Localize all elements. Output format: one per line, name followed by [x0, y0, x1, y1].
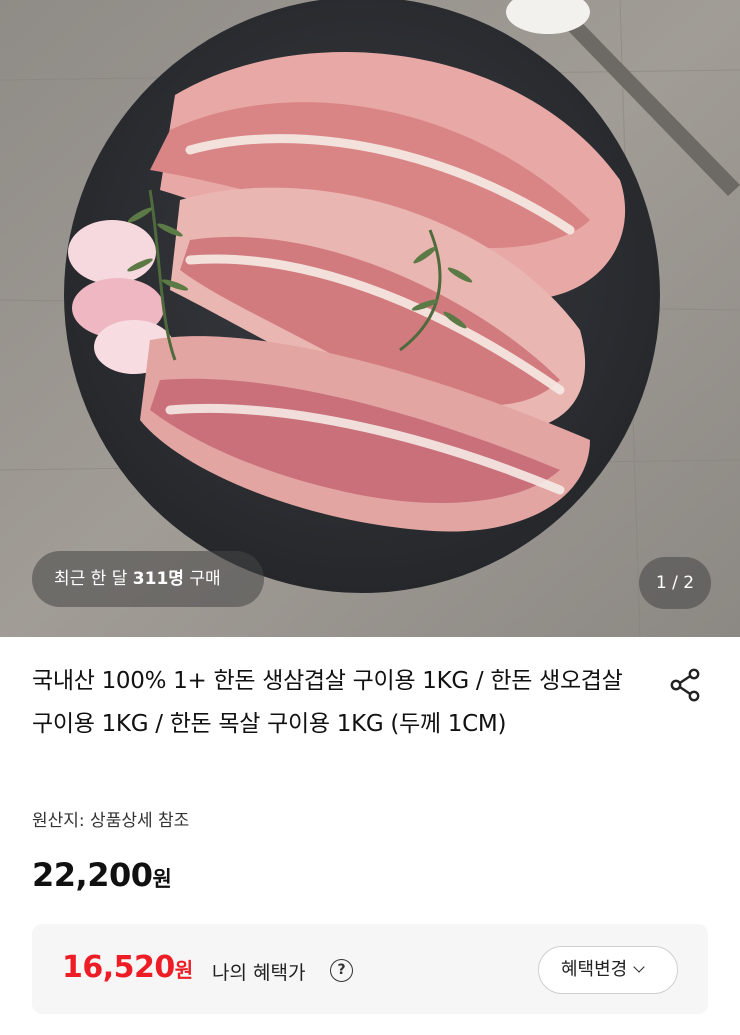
benefit-price-unit: 원 [174, 958, 193, 982]
image-page-indicator: 1 / 2 [639, 557, 711, 609]
product-title: 국내산 100% 1+ 한돈 생삼겹살 구이용 1KG / 한돈 생오겹살 구이… [32, 668, 623, 737]
benefit-price: 16,520원 [62, 950, 193, 985]
chevron-down-icon [633, 961, 645, 973]
price-unit: 원 [152, 867, 172, 891]
price-amount: 22,200 [32, 856, 153, 894]
product-image [0, 0, 740, 637]
share-icon [670, 668, 700, 702]
benefit-price-amount: 16,520 [62, 950, 175, 985]
purchase-count: 311명 [132, 569, 184, 589]
benefit-label: 나의 혜택가 [212, 962, 306, 984]
share-button[interactable] [664, 664, 706, 706]
purchase-suffix: 구매 [189, 569, 221, 589]
product-image-carousel[interactable]: 최근 한 달 311명 구매 1 / 2 [0, 0, 740, 637]
original-price: 22,200원 [32, 856, 172, 894]
origin-info: 원산지: 상품상세 참조 [32, 811, 190, 831]
benefit-price-box: 16,520원 나의 혜택가 ? 혜택변경 [32, 924, 708, 1014]
question-circle-icon[interactable]: ? [330, 959, 353, 982]
recent-purchase-badge: 최근 한 달 311명 구매 [32, 551, 264, 607]
change-benefit-label: 혜택변경 [561, 959, 628, 980]
purchase-prefix: 최근 한 달 [54, 569, 128, 589]
change-benefit-button[interactable]: 혜택변경 [538, 946, 678, 994]
